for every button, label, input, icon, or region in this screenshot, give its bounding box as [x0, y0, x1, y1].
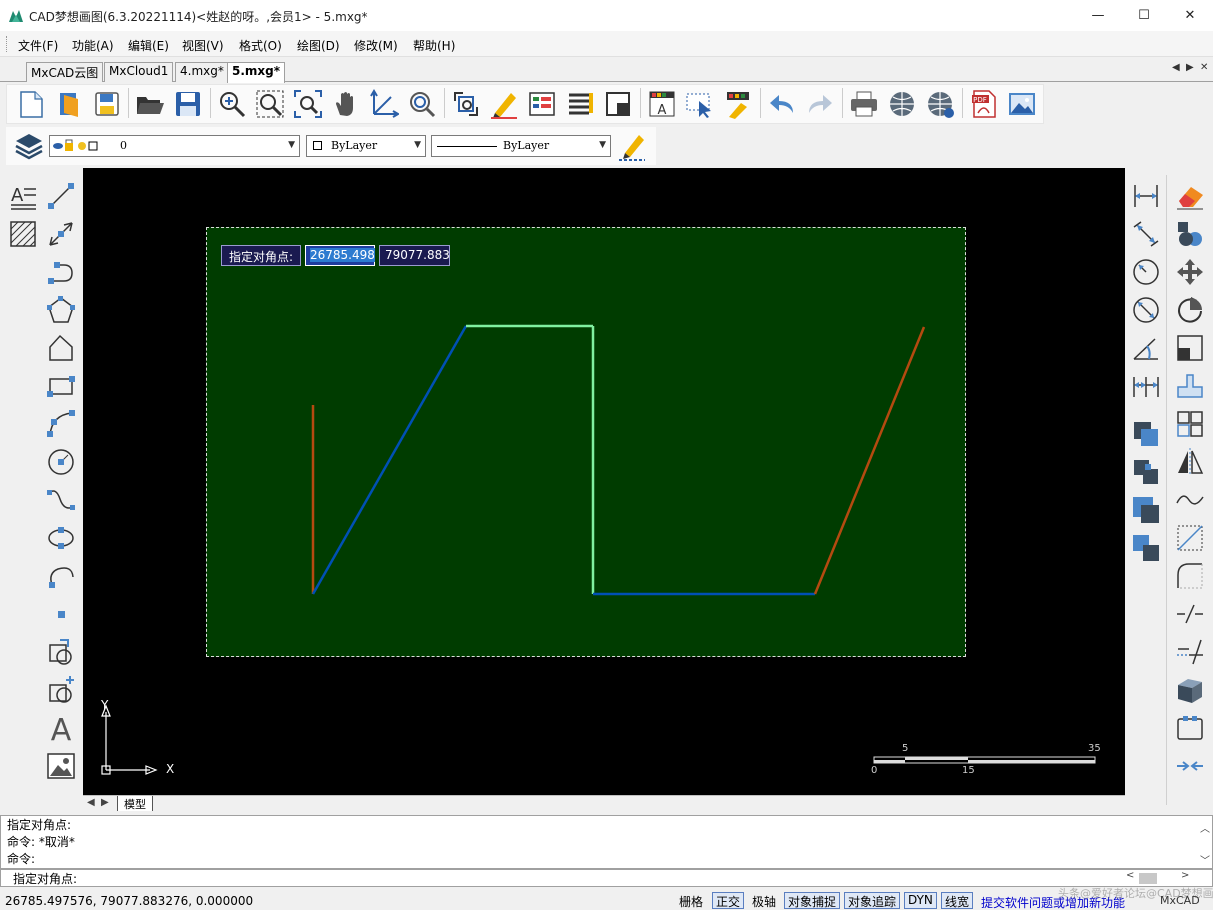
erase-icon[interactable] — [1172, 178, 1208, 214]
hscroll-left-icon[interactable]: < — [1126, 870, 1134, 881]
hscroll-right-icon[interactable]: > — [1181, 870, 1189, 881]
curve-icon[interactable] — [1172, 482, 1208, 518]
command-prompt: 指定对角点: — [13, 872, 78, 886]
toggle-dyn[interactable]: DYN — [904, 892, 937, 909]
toggle-osnap[interactable]: 对象捕捉 — [784, 892, 841, 909]
extend-icon[interactable] — [1172, 748, 1208, 784]
move-icon[interactable] — [1172, 254, 1208, 290]
dynamic-input-y[interactable]: 79077.883 — [379, 245, 450, 266]
scale-label-15: 15 — [962, 765, 975, 776]
cursor-coordinates: 26785.497576, 79077.883276, 0.000000 — [5, 894, 254, 908]
3d-box-icon[interactable] — [1172, 672, 1208, 708]
copy-objects-icon[interactable] — [1128, 416, 1164, 452]
line-slope-blue — [311, 325, 468, 595]
command-input[interactable]: 指定对角点: < > — [0, 869, 1213, 887]
dim-continue-icon[interactable] — [1128, 368, 1164, 404]
command-history-line: 命令: — [7, 852, 36, 866]
offset-icon[interactable] — [1128, 492, 1164, 528]
dim-linear-icon[interactable] — [1128, 178, 1164, 214]
layout-tab-bar: ◀ ▶ 模型 — [83, 795, 1125, 811]
trim-icon[interactable] — [1172, 634, 1208, 670]
scale-icon[interactable] — [1172, 330, 1208, 366]
toggle-ortho[interactable]: 正交 — [712, 892, 745, 909]
chamfer-icon[interactable] — [1172, 520, 1208, 556]
scale-label-5: 5 — [902, 743, 909, 754]
dim-aligned-icon[interactable] — [1128, 216, 1164, 252]
command-history-line: 指定对角点: — [7, 818, 72, 832]
explode-grid-icon[interactable] — [1172, 406, 1208, 442]
line-slope-orange — [813, 326, 926, 595]
layout-next-icon[interactable]: ▶ — [101, 797, 109, 808]
drawing-entities — [101, 324, 1096, 775]
scale-label-0: 0 — [871, 765, 878, 776]
join-icon[interactable] — [1172, 710, 1208, 746]
array-icon[interactable] — [1128, 530, 1164, 566]
dynamic-input-x[interactable]: 26785.498 — [305, 245, 375, 266]
brand-label: MxCAD — [1160, 894, 1200, 907]
ucs-x-label: X — [166, 762, 175, 776]
scroll-down-icon[interactable]: ﹀ — [1200, 852, 1210, 867]
dim-angular-icon[interactable] — [1128, 330, 1164, 366]
break-icon[interactable] — [1172, 596, 1208, 632]
tab-model[interactable]: 模型 — [117, 796, 153, 811]
copy-shapes-icon[interactable] — [1172, 216, 1208, 252]
hscroll-thumb[interactable] — [1139, 873, 1157, 884]
scroll-up-icon[interactable]: ︿ — [1200, 820, 1210, 835]
toggle-polar[interactable]: 极轴 — [748, 892, 780, 909]
dynamic-input-x-value: 26785.498 — [310, 248, 375, 262]
dim-diameter-icon[interactable] — [1128, 292, 1164, 328]
ucs-y-label: Y — [101, 698, 109, 712]
toggle-otrack[interactable]: 对象追踪 — [844, 892, 901, 909]
right-palette-divider — [1166, 175, 1167, 805]
toggle-lineweight[interactable]: 线宽 — [941, 892, 974, 909]
dim-radius-icon[interactable] — [1128, 254, 1164, 290]
toggle-grid[interactable]: 栅格 — [675, 892, 707, 909]
move-copy-icon[interactable] — [1128, 454, 1164, 490]
scale-label-35: 35 — [1088, 743, 1101, 754]
command-history: 指定对角点: 命令: *取消* 命令: ︿ ﹀ — [0, 815, 1213, 869]
right-tool-palette — [1126, 168, 1213, 810]
fillet-icon[interactable] — [1172, 558, 1208, 594]
stretch-icon[interactable] — [1172, 368, 1208, 404]
command-history-line: 命令: *取消* — [7, 835, 75, 849]
layout-prev-icon[interactable]: ◀ — [87, 797, 95, 808]
ucs-axes-icon — [105, 712, 150, 771]
dynamic-input-prompt: 指定对角点: — [221, 245, 302, 266]
rotate-icon[interactable] — [1172, 292, 1208, 328]
mirror-icon[interactable] — [1172, 444, 1208, 480]
